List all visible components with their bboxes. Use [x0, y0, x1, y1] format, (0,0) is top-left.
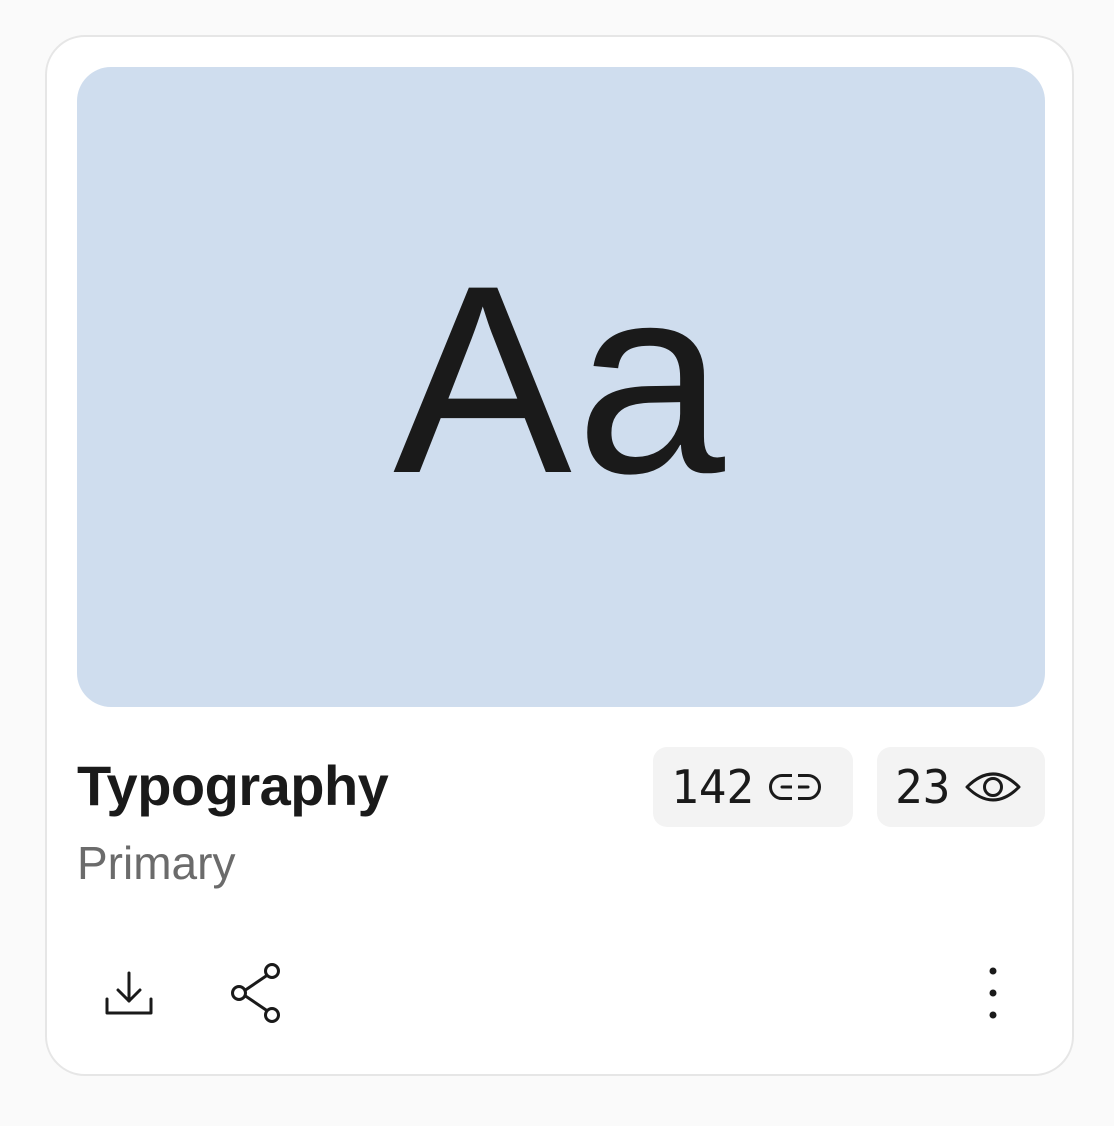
more-options-button[interactable] — [957, 959, 1029, 1031]
links-count-badge[interactable]: 142 — [653, 747, 853, 827]
more-vertical-icon — [987, 966, 999, 1025]
card-title: Typography — [77, 754, 389, 817]
views-count-badge[interactable]: 23 — [877, 747, 1045, 827]
download-button[interactable] — [93, 959, 165, 1031]
link-icon — [768, 772, 822, 802]
typography-card: Aa Typography Primary 142 23 — [45, 35, 1074, 1076]
share-icon — [228, 962, 286, 1029]
links-count: 142 — [671, 760, 755, 814]
preview-text: Aa — [393, 229, 729, 529]
card-subtitle: Primary — [77, 837, 236, 889]
download-icon — [104, 968, 154, 1023]
eye-icon — [964, 767, 1022, 807]
views-count: 23 — [895, 760, 951, 814]
share-button[interactable] — [221, 959, 293, 1031]
preview-area[interactable]: Aa — [77, 67, 1045, 707]
